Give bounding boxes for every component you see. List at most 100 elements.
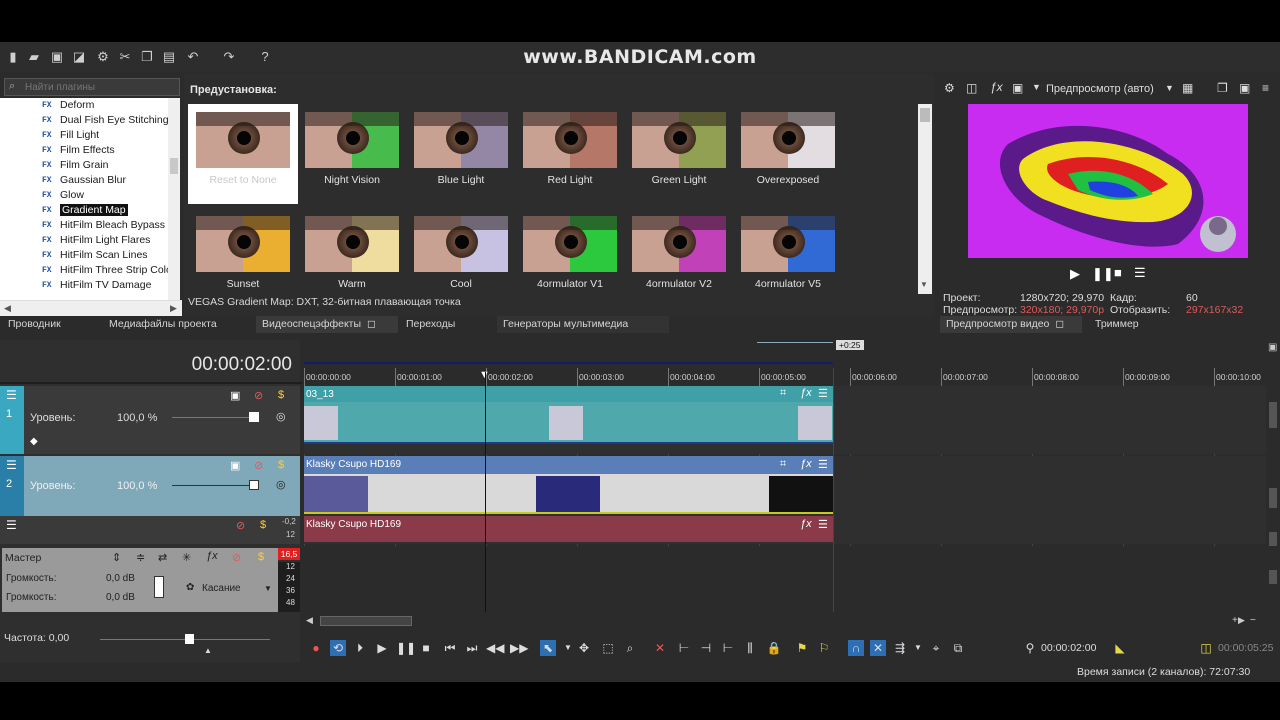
stop-icon[interactable]: ■ bbox=[1114, 265, 1122, 280]
level-slider-thumb[interactable] bbox=[249, 412, 259, 422]
region-icon[interactable]: ⚐ bbox=[816, 640, 832, 656]
play-icon[interactable]: ▶ bbox=[1070, 266, 1080, 282]
preset-thumbnail[interactable]: 4ormulator V1 bbox=[515, 208, 625, 308]
tab-project-media[interactable]: Медиафайлы проекта bbox=[103, 316, 223, 333]
trim-icon[interactable]: ⊢ bbox=[676, 640, 692, 656]
composite-mode-icon[interactable]: ◎ bbox=[276, 478, 286, 491]
plugin-item[interactable]: FX Dual Fish Eye Stitching bbox=[0, 113, 168, 128]
clip-menu-icon[interactable]: ☰ bbox=[818, 518, 828, 531]
preset-thumbnail[interactable]: Reset to None bbox=[188, 104, 298, 204]
tab-media-generators[interactable]: Генераторы мультимедиа bbox=[497, 316, 669, 333]
split-icon[interactable]: ⫼ bbox=[742, 640, 758, 656]
plugin-item[interactable]: FX Film Effects bbox=[0, 143, 168, 158]
snapping-icon[interactable]: ∩ bbox=[848, 640, 864, 656]
audio-clip-klasky[interactable]: Klasky Csupo HD169 ƒx ☰ bbox=[304, 516, 833, 542]
plugin-item[interactable]: FX Gradient Map bbox=[0, 203, 168, 218]
zoom-out-icon[interactable]: − bbox=[1250, 615, 1256, 626]
video-fx-icon[interactable]: ƒx bbox=[990, 80, 1003, 94]
plugin-item[interactable]: FX HitFilm Bleach Bypass bbox=[0, 218, 168, 233]
plugin-item[interactable]: FX HitFilm Three Strip Colo bbox=[0, 263, 168, 278]
plugin-item[interactable]: FX HitFilm TV Damage bbox=[0, 278, 168, 293]
fx-insert-icon[interactable]: ⇕ bbox=[112, 551, 121, 564]
normal-edit-tool-icon[interactable]: ⬉ bbox=[540, 640, 556, 656]
bus-routing-icon[interactable]: ⇄ bbox=[158, 551, 167, 564]
plugin-search-input[interactable] bbox=[5, 79, 155, 95]
plugin-list-hscrollbar[interactable]: ◀ ▶ bbox=[0, 300, 182, 316]
loop-playback-icon[interactable]: ⟲ bbox=[330, 640, 346, 656]
mute-icon[interactable]: ⊘ bbox=[254, 389, 263, 402]
plugin-item[interactable]: FX HitFilm Scan Lines bbox=[0, 248, 168, 263]
tab-video-preview[interactable]: Предпросмотр видео ◻ bbox=[940, 316, 1082, 333]
solo-icon[interactable]: $ bbox=[260, 519, 266, 531]
chevron-down-icon[interactable]: ▼ bbox=[910, 640, 926, 656]
pause-icon[interactable]: ❚❚ bbox=[396, 640, 416, 656]
marker-icon[interactable]: ⚑ bbox=[794, 640, 810, 656]
split-screen-icon[interactable]: ◫ bbox=[966, 81, 977, 95]
previous-frame-icon[interactable]: ◀◀ bbox=[486, 640, 504, 656]
tab-video-fx[interactable]: Видеоспецэффекты ◻ bbox=[256, 316, 398, 333]
preview-menu-icon[interactable]: ☰ bbox=[1134, 265, 1146, 281]
envelope-tool-icon[interactable]: ✥ bbox=[576, 640, 592, 656]
pause-icon[interactable]: ❚❚ bbox=[1092, 266, 1114, 282]
mute-icon[interactable]: ⊘ bbox=[236, 519, 245, 532]
clip-menu-icon[interactable]: ☰ bbox=[818, 458, 828, 471]
plugin-item[interactable]: FX Film Grain bbox=[0, 158, 168, 173]
external-monitor-icon[interactable]: ▣ bbox=[1012, 81, 1023, 95]
timeline-hscrollbar[interactable]: ◀ ▶ bbox=[304, 614, 1266, 628]
track-menu-icon[interactable]: ☰ bbox=[6, 388, 17, 402]
level-slider[interactable] bbox=[172, 417, 258, 418]
plugin-list-scrollbar[interactable] bbox=[168, 98, 180, 304]
lock-envelopes-icon[interactable]: ⌖ bbox=[928, 640, 944, 656]
plugin-item[interactable]: FX Glow bbox=[0, 188, 168, 203]
timeline-ruler[interactable]: 00:00:00:00 00:00:01:00 00:00:02:00 00:00:0… bbox=[304, 364, 1280, 386]
plugin-item[interactable]: FX Gaussian Blur bbox=[0, 173, 168, 188]
level-slider[interactable] bbox=[172, 485, 258, 486]
trim-start-icon[interactable]: ⊣ bbox=[698, 640, 714, 656]
chevron-down-icon[interactable]: ▼ bbox=[560, 640, 576, 656]
track-menu-icon[interactable]: ☰ bbox=[6, 518, 17, 532]
automation-icon[interactable]: ✿ bbox=[186, 582, 194, 593]
motion-blur-icon[interactable]: ▣ bbox=[230, 459, 240, 472]
preset-thumbnail[interactable]: Green Light bbox=[624, 104, 734, 204]
motion-blur-icon[interactable]: ▣ bbox=[230, 389, 240, 402]
video-track-1-header[interactable]: ☰ 1 Уровень: 100,0 % ▣ ⊘ $ ◎ ◆ bbox=[0, 386, 300, 454]
audio-fx-icon[interactable]: ƒx bbox=[206, 550, 218, 562]
auto-crossfade-icon[interactable]: ✕ bbox=[870, 640, 886, 656]
preview-quality-dropdown[interactable]: Предпросмотр (авто) bbox=[1046, 83, 1154, 95]
preset-thumbnail[interactable]: Night Vision bbox=[297, 104, 407, 204]
preset-thumbnail[interactable]: Blue Light bbox=[406, 104, 516, 204]
event-fx-icon[interactable]: ƒx bbox=[800, 518, 812, 530]
plugin-item[interactable]: FX HitFilm Light Flares bbox=[0, 233, 168, 248]
trim-end-icon[interactable]: ⊢ bbox=[720, 640, 736, 656]
tab-transitions[interactable]: Переходы bbox=[400, 316, 461, 333]
go-to-start-icon[interactable]: ⏮ bbox=[442, 640, 458, 656]
preset-thumbnail[interactable]: 4ormulator V2 bbox=[624, 208, 734, 308]
ignore-grouping-icon[interactable]: ⧉ bbox=[950, 640, 966, 656]
stop-icon[interactable]: ■ bbox=[418, 640, 434, 656]
timeline-vscrollbar[interactable]: ▣ bbox=[1266, 342, 1280, 612]
tab-explorer[interactable]: Проводник bbox=[2, 316, 67, 333]
event-fx-icon[interactable]: ƒx bbox=[800, 458, 812, 470]
clip-menu-icon[interactable]: ☰ bbox=[818, 387, 828, 400]
lock-icon[interactable]: 🔒 bbox=[766, 640, 782, 656]
master-fader[interactable] bbox=[154, 576, 164, 598]
close-square-icon[interactable]: ◻ bbox=[367, 318, 376, 330]
video-clip-klasky[interactable]: Klasky Csupo HD169 ⌗ ƒx ☰ bbox=[304, 456, 833, 512]
copy-snapshot-icon[interactable]: ❐ bbox=[1217, 81, 1228, 95]
mute-icon[interactable]: ⊘ bbox=[232, 551, 241, 564]
audio-track-3-header[interactable]: ☰ ⊘ $ -0,2 12 bbox=[0, 516, 300, 544]
save-snapshot-icon[interactable]: ▣ bbox=[1239, 81, 1250, 95]
preset-thumbnail[interactable]: 4ormulator V5 bbox=[733, 208, 843, 308]
presets-scrollbar[interactable]: ▼ bbox=[918, 104, 932, 294]
rate-slider-thumb[interactable] bbox=[185, 634, 194, 644]
record-icon[interactable]: ● bbox=[308, 640, 324, 656]
selection-tool-icon[interactable]: ⬚ bbox=[600, 640, 616, 656]
chevron-down-icon[interactable]: ▼ bbox=[264, 584, 272, 593]
event-fx-icon[interactable]: ƒx bbox=[800, 387, 812, 399]
preview-settings-icon[interactable]: ⚙ bbox=[944, 81, 955, 95]
plugin-item[interactable]: FX Fill Light bbox=[0, 128, 168, 143]
zoom-in-icon[interactable]: + bbox=[1232, 615, 1238, 626]
automation-mode[interactable]: Касание bbox=[202, 583, 241, 594]
preset-thumbnail[interactable]: Cool bbox=[406, 208, 516, 308]
plugin-item[interactable]: FX Deform bbox=[0, 98, 168, 113]
